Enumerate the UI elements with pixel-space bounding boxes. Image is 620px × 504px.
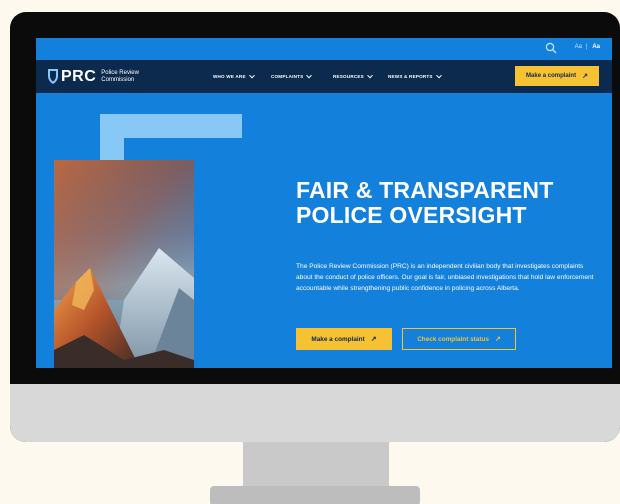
nav-item-label: RESOURCES	[333, 74, 364, 79]
text-size-small-button[interactable]: Aa	[575, 44, 582, 50]
nav-item-who-we-are[interactable]: WHO WE ARE	[213, 72, 255, 79]
text-size-large-button[interactable]: Aa	[592, 44, 600, 50]
utility-bar: Aa | Aa	[36, 38, 612, 60]
shield-icon	[48, 69, 58, 84]
arrow-up-right-icon: ↗	[370, 336, 377, 343]
nav-item-news-reports[interactable]: NEWS & REPORTS	[388, 72, 442, 79]
search-icon[interactable]	[545, 42, 557, 54]
chevron-down-icon	[367, 72, 373, 79]
nav-make-complaint-button[interactable]: Make a complaint ↗	[515, 66, 599, 86]
monitor-stand-neck	[243, 437, 389, 489]
chevron-down-icon	[435, 72, 442, 79]
hero-mountain-image	[54, 160, 194, 368]
monitor-frame: Aa | Aa PRC Police Review Commission WHO…	[10, 12, 620, 442]
nav-item-resources[interactable]: RESOURCES	[333, 72, 373, 79]
nav-item-label: NEWS & REPORTS	[388, 74, 433, 79]
arrow-up-right-icon: ↗	[494, 336, 501, 343]
nav-cta-label: Make a complaint	[526, 73, 577, 79]
hero-cta-label: Make a complaint	[311, 335, 365, 343]
logo-text: PRC	[61, 68, 97, 85]
nav-item-label: WHO WE ARE	[213, 74, 246, 79]
nav-item-label: COMPLAINTS	[271, 74, 304, 79]
logo-subtitle-line1: Police Review	[101, 69, 139, 76]
site-logo[interactable]: PRC Police Review Commission	[46, 68, 139, 85]
monitor-chin	[10, 384, 620, 442]
logo-subtitle-line2: Commission	[101, 76, 135, 83]
mountain-photo	[54, 160, 194, 368]
nav-item-complaints[interactable]: COMPLAINTS	[271, 72, 313, 79]
logo-subtitle: Police Review Commission	[101, 70, 139, 84]
hero-description: The Police Review Commission (PRC) is an…	[296, 263, 594, 292]
hero-title-line2: POLICE OVERSIGHT	[296, 202, 527, 228]
monitor-stand-base	[210, 486, 420, 504]
website-screen: Aa | Aa PRC Police Review Commission WHO…	[36, 38, 612, 368]
chevron-down-icon	[248, 72, 255, 79]
hero-title: FAIR & TRANSPARENT POLICE OVERSIGHT	[296, 178, 596, 228]
arrow-up-right-icon: ↗	[582, 73, 588, 80]
check-complaint-status-button[interactable]: Check complaint status ↗	[402, 328, 516, 350]
utility-separator: |	[585, 44, 587, 50]
main-navbar: PRC Police Review Commission WHO WE ARE …	[36, 60, 612, 93]
hero-make-complaint-button[interactable]: Make a complaint ↗	[296, 328, 392, 350]
check-status-label: Check complaint status	[417, 335, 489, 343]
hero-title-line1: FAIR & TRANSPARENT	[296, 177, 554, 203]
chevron-down-icon	[306, 72, 313, 79]
